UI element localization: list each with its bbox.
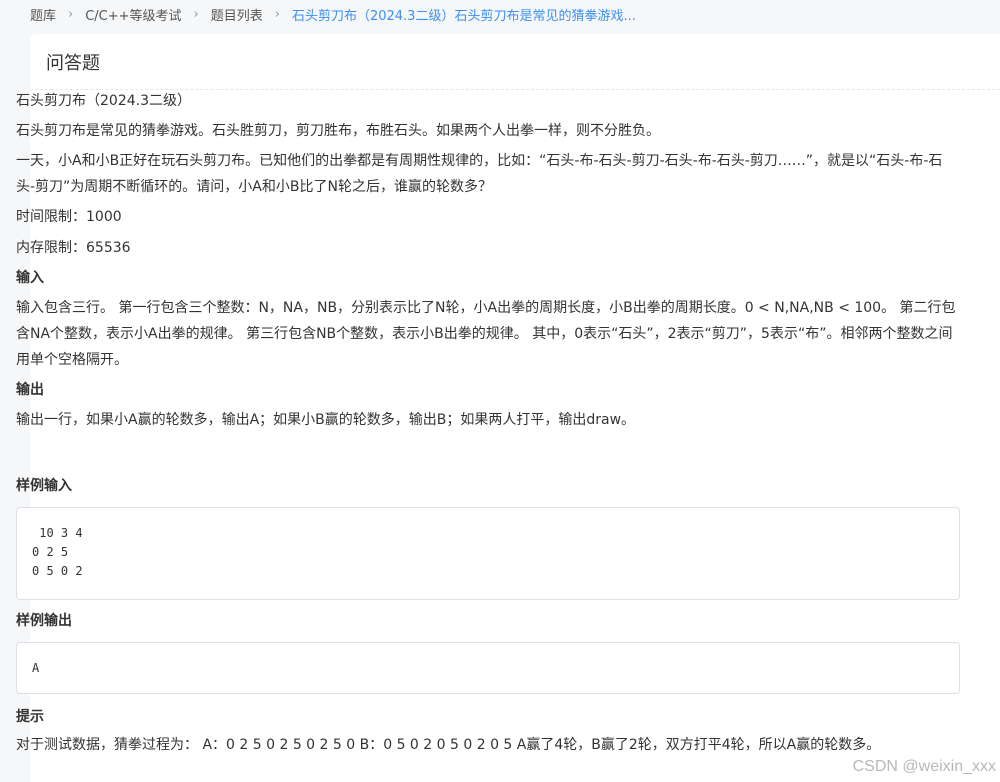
input-description: 输入包含三行。 第一行包含三个整数：N，NA，NB，分别表示比了N轮，小A出拳的… [16, 300, 956, 368]
chevron-right-icon: › [193, 6, 199, 22]
card-title: 问答题 [46, 52, 100, 74]
hint-text: 对于测试数据，猜拳过程为： A：0 2 5 0 2 5 0 2 5 0 B：0 … [16, 737, 881, 753]
chevron-right-icon: › [274, 6, 280, 22]
problem-title: 石头剪刀布（2024.3二级） [16, 93, 191, 109]
output-heading: 输出 [16, 382, 44, 398]
input-heading: 输入 [16, 270, 44, 286]
output-description: 输出一行，如果小A赢的轮数多，输出A；如果小B赢的轮数多，输出B；如果两人打平，… [16, 412, 636, 428]
breadcrumb: 题库 › C/C++等级考试 › 题目列表 › 石头剪刀布（2024.3二级）石… [30, 4, 636, 24]
breadcrumb-current: 石头剪刀布（2024.3二级）石头剪刀布是常见的猜拳游戏... [291, 8, 636, 24]
sample-input-heading: 样例输入 [16, 478, 72, 494]
problem-intro: 石头剪刀布是常见的猜拳游戏。石头胜剪刀，剪刀胜布，布胜石头。如果两个人出拳一样，… [16, 123, 660, 139]
problem-story: 一天，小A和小B正好在玩石头剪刀布。已知他们的出拳都是有周期性规律的，比如：“石… [16, 153, 943, 195]
problem-content: 石头剪刀布（2024.3二级） 石头剪刀布是常见的猜拳游戏。石头胜剪刀，剪刀胜布… [16, 88, 960, 758]
breadcrumb-item-question-list[interactable]: 题目列表 [211, 5, 263, 24]
hint-heading: 提示 [16, 709, 44, 725]
memory-limit: 内存限制：65536 [16, 240, 131, 256]
time-limit: 时间限制：1000 [16, 209, 122, 225]
chevron-right-icon: › [68, 6, 74, 22]
breadcrumb-item-level-exam[interactable]: C/C++等级考试 [85, 5, 181, 24]
sample-output-heading: 样例输出 [16, 613, 72, 629]
watermark: CSDN @weixin_xxx [852, 758, 996, 775]
sample-input-box: 10 3 4 0 2 5 0 5 0 2 [16, 507, 960, 600]
card-header: 问答题 [30, 34, 1000, 90]
breadcrumb-item-question-bank[interactable]: 题库 [30, 5, 56, 24]
sample-output-box: A [16, 642, 960, 694]
